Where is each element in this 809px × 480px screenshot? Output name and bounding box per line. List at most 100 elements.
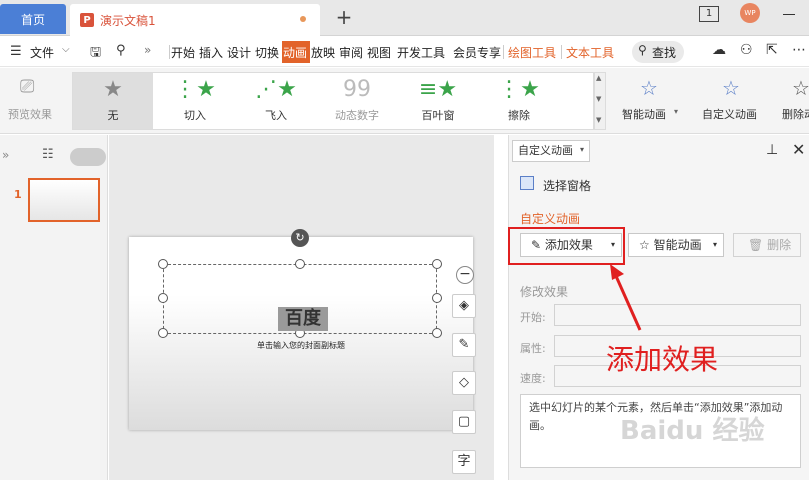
- anim-none[interactable]: 无: [73, 107, 153, 123]
- search-icon: ⚲: [638, 43, 647, 57]
- search-label: 查找: [652, 46, 677, 60]
- menu-transition[interactable]: 切换: [255, 44, 279, 61]
- preview-button[interactable]: 预览效果: [8, 106, 52, 122]
- collapse-panel-icon[interactable]: »: [2, 148, 9, 162]
- expand-gallery-icon[interactable]: ▼: [596, 116, 601, 124]
- text-format-icon[interactable]: 字: [452, 450, 476, 474]
- share-user-icon[interactable]: ⚇: [740, 42, 753, 58]
- resize-handle[interactable]: [295, 259, 305, 269]
- scroll-down-icon[interactable]: ▼: [596, 95, 601, 103]
- custom-animation-button[interactable]: 自定义动画: [702, 106, 757, 122]
- blinds-icon: ≡★: [418, 77, 458, 102]
- unsaved-dot-icon: [300, 16, 306, 22]
- selection-pane-button[interactable]: 选择窗格: [543, 177, 591, 194]
- trash-icon: 🗑: [748, 238, 768, 252]
- chevron-down-icon: ▾: [712, 240, 717, 249]
- menu-start[interactable]: 开始: [171, 44, 195, 61]
- fly-in-icon: ⋰★: [255, 77, 297, 102]
- chevron-down-icon[interactable]: ⌵: [62, 44, 70, 55]
- smart-animation-icon: ☆: [640, 76, 658, 100]
- collapse-tools-icon[interactable]: −: [456, 266, 474, 284]
- tab-document[interactable]: P 演示文稿1: [70, 4, 320, 36]
- more-options-icon[interactable]: ⋯: [792, 42, 806, 58]
- menu-divider: [503, 45, 504, 59]
- menu-divider: [561, 45, 562, 59]
- anim-cut-in[interactable]: 切入: [155, 107, 235, 123]
- layers-icon[interactable]: ◈: [452, 294, 476, 318]
- delete-label: 删除: [767, 238, 792, 252]
- wipe-icon: ⋮★: [498, 77, 540, 102]
- thumbnail-view-toggle[interactable]: [70, 148, 106, 166]
- pane-header-dropdown[interactable]: 自定义动画: [512, 140, 590, 162]
- avatar[interactable]: WP: [740, 3, 760, 23]
- fill-icon[interactable]: ◇: [452, 371, 476, 395]
- more-icon[interactable]: »: [144, 43, 151, 57]
- slide-title[interactable]: 百度: [278, 307, 328, 331]
- property-label: 属性:: [520, 342, 546, 355]
- close-icon[interactable]: ✕: [792, 140, 805, 159]
- menu-insert[interactable]: 插入: [199, 44, 223, 61]
- anim-wipe[interactable]: 擦除: [479, 107, 559, 123]
- presentation-icon: P: [80, 13, 94, 27]
- anim-dynamic-number[interactable]: 动态数字: [317, 107, 397, 123]
- hamburger-icon[interactable]: ☰: [10, 44, 22, 59]
- watermark: Baidu 经验: [620, 416, 765, 446]
- scroll-up-icon[interactable]: ▲: [596, 74, 601, 82]
- pin-icon[interactable]: ⊥: [766, 142, 778, 158]
- delete-animation-icon: ☆: [792, 76, 809, 100]
- custom-animation-icon: ☆: [722, 76, 740, 100]
- export-icon[interactable]: ⇱: [766, 42, 778, 58]
- start-select[interactable]: [554, 304, 801, 326]
- menu-slideshow[interactable]: 放映: [311, 44, 335, 61]
- resize-handle[interactable]: [432, 259, 442, 269]
- slide-subtitle[interactable]: 单击输入您的封面副标题: [130, 340, 472, 351]
- outline-view-icon[interactable]: ☷: [42, 147, 54, 162]
- tab-document-label: 演示文稿1: [100, 13, 156, 28]
- slide-thumbnail[interactable]: [28, 178, 100, 222]
- new-tab-button[interactable]: +: [334, 6, 354, 30]
- menu-view[interactable]: 视图: [367, 44, 391, 61]
- tab-home[interactable]: 首页: [0, 4, 66, 34]
- speed-label: 速度:: [520, 372, 546, 385]
- menu-review[interactable]: 审阅: [339, 44, 363, 61]
- menu-animation[interactable]: 动画: [283, 44, 307, 61]
- section-title: 自定义动画: [520, 212, 581, 226]
- resize-handle[interactable]: [158, 293, 168, 303]
- anim-blinds[interactable]: 百叶窗: [398, 107, 478, 123]
- chevron-down-icon[interactable]: ▾: [674, 107, 678, 116]
- menu-file[interactable]: 文件: [30, 44, 54, 61]
- smart-animation-pane-button[interactable]: ☆ 智能动画 ▾: [628, 233, 724, 257]
- menu-divider: [169, 45, 170, 59]
- selection-pane-icon[interactable]: [520, 176, 534, 190]
- chevron-down-icon[interactable]: ▾: [580, 145, 584, 154]
- minimize-icon[interactable]: [783, 14, 795, 15]
- rotate-handle-icon[interactable]: ↻: [291, 229, 309, 247]
- menu-developer[interactable]: 开发工具: [397, 44, 445, 61]
- save-icon[interactable]: 🖫: [90, 43, 101, 65]
- pen-icon[interactable]: ✎: [452, 333, 476, 357]
- window-count-badge[interactable]: 1: [699, 6, 719, 22]
- smart-animation-button[interactable]: 智能动画: [622, 106, 666, 122]
- delete-button[interactable]: 🗑 删除: [733, 233, 801, 257]
- format-painter-icon[interactable]: ⚲: [116, 43, 126, 58]
- dynamic-number-icon: 99: [343, 77, 371, 102]
- menu-member[interactable]: 会员专享: [453, 44, 501, 61]
- annotation-arrow-icon: [610, 264, 642, 331]
- delete-animation-button[interactable]: 删除动: [782, 106, 809, 122]
- annotation-label: 添加效果: [606, 343, 719, 376]
- highlight-box: [508, 227, 625, 265]
- resize-handle[interactable]: [158, 259, 168, 269]
- cut-in-icon: ⋮★: [174, 77, 216, 102]
- menu-design[interactable]: 设计: [227, 44, 251, 61]
- resize-handle[interactable]: [432, 293, 442, 303]
- menu-drawing-tools[interactable]: 绘图工具: [508, 44, 556, 61]
- preview-icon[interactable]: ⎚: [20, 76, 34, 97]
- resize-handle[interactable]: [432, 328, 442, 338]
- resize-handle[interactable]: [158, 328, 168, 338]
- cloud-icon[interactable]: ☁: [712, 42, 726, 58]
- outline-icon[interactable]: ▢: [452, 410, 476, 434]
- menu-text-tools[interactable]: 文本工具: [566, 44, 614, 61]
- anim-fly-in[interactable]: 飞入: [236, 107, 316, 123]
- slide-number: 1: [14, 188, 22, 201]
- start-label: 开始:: [520, 311, 546, 324]
